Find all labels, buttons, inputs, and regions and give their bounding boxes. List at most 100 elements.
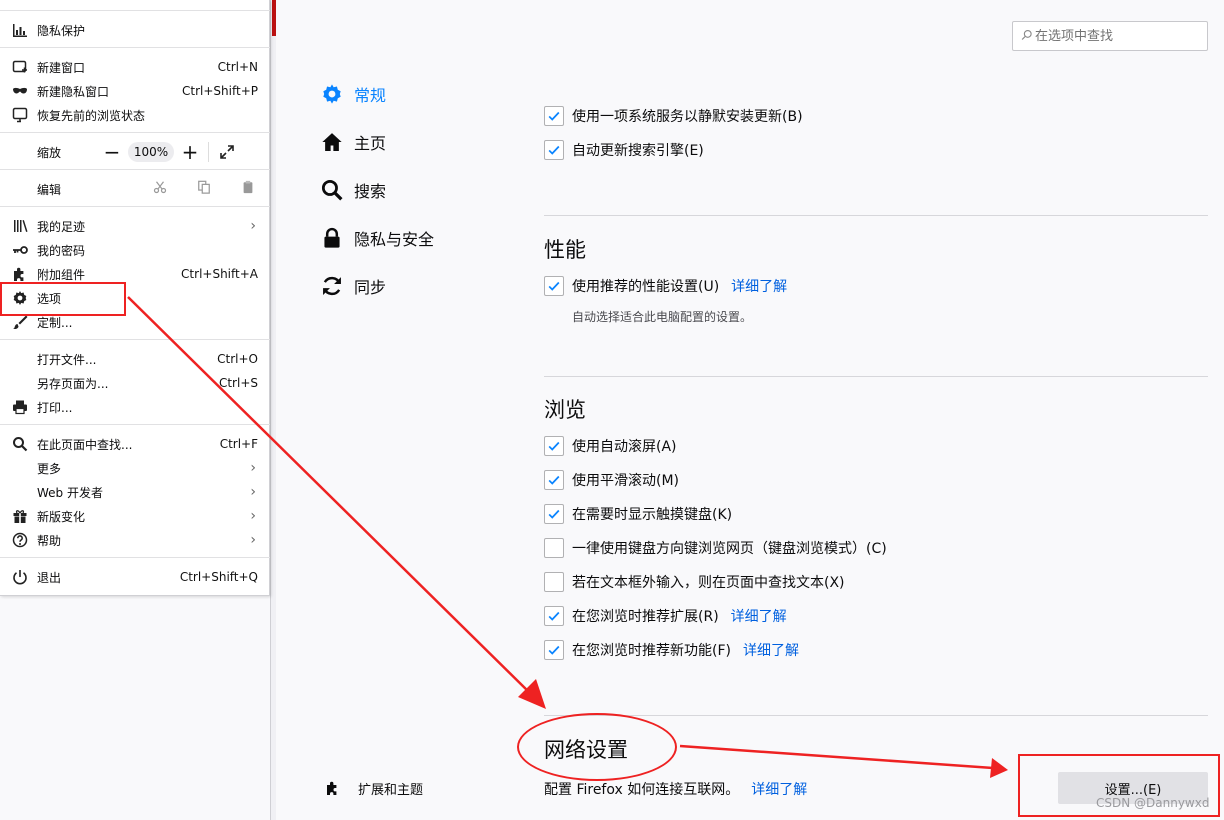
paste-button[interactable] bbox=[238, 177, 258, 197]
update-checkbox-row[interactable]: 自动更新搜索引擎(E) bbox=[544, 139, 704, 161]
learn-more-link[interactable]: 详细了解 bbox=[731, 606, 787, 626]
browsing-checkbox-row[interactable]: 一律使用键盘方向键浏览网页（键盘浏览模式）(C) bbox=[544, 537, 887, 559]
menu-item-library[interactable]: 我的足迹 › bbox=[0, 214, 270, 238]
copy-button[interactable] bbox=[194, 177, 214, 197]
library-icon bbox=[11, 217, 29, 235]
menu-item-privacy-protection[interactable]: 隐私保护 bbox=[0, 18, 270, 42]
checkbox[interactable] bbox=[544, 276, 564, 296]
learn-more-link[interactable]: 详细了解 bbox=[743, 640, 799, 660]
checkmark-icon bbox=[548, 145, 560, 155]
learn-more-link[interactable]: 详细了解 bbox=[731, 276, 787, 296]
menu-item-label: 编辑 bbox=[37, 182, 62, 197]
chevron-right-icon: › bbox=[250, 532, 256, 548]
menu-item-shortcut: Ctrl+Shift+A bbox=[181, 267, 258, 281]
performance-checkbox-row[interactable]: 使用推荐的性能设置(U) 详细了解 bbox=[544, 275, 787, 297]
cut-button[interactable] bbox=[150, 177, 170, 197]
menu-item-label: 附加组件 bbox=[37, 267, 86, 282]
nav-category-general[interactable]: 常规 bbox=[320, 79, 386, 109]
annotation-arrow-head bbox=[990, 758, 1008, 778]
menu-separator bbox=[0, 424, 270, 425]
menu-item-help[interactable]: 帮助 › bbox=[0, 528, 270, 552]
copy-icon bbox=[198, 180, 210, 194]
menu-item-label: 另存页面为... bbox=[37, 376, 109, 391]
checkbox[interactable] bbox=[544, 140, 564, 160]
browsing-checkbox-row[interactable]: 使用自动滚屏(A) bbox=[544, 435, 677, 457]
nav-category-extensions[interactable]: 扩展和主题 bbox=[320, 773, 423, 803]
fullscreen-button[interactable] bbox=[215, 140, 239, 164]
browsing-checkbox-row[interactable]: 使用平滑滚动(M) bbox=[544, 469, 679, 491]
menu-item-passwords[interactable]: 我的密码 bbox=[0, 238, 270, 262]
nav-category-search[interactable]: 搜索 bbox=[320, 175, 386, 205]
checkbox[interactable] bbox=[544, 640, 564, 660]
checkbox[interactable] bbox=[544, 504, 564, 524]
browsing-checkbox-row[interactable]: 在您浏览时推荐新功能(F) 详细了解 bbox=[544, 639, 799, 661]
options-search-input[interactable] bbox=[1035, 28, 1195, 44]
menu-item-print[interactable]: 打印... bbox=[0, 395, 270, 419]
nav-category-sync[interactable]: 同步 bbox=[320, 271, 386, 301]
nav-category-privacy[interactable]: 隐私与安全 bbox=[320, 223, 434, 253]
checkbox-label: 一律使用键盘方向键浏览网页（键盘浏览模式）(C) bbox=[572, 541, 887, 557]
browsing-checkbox-row[interactable]: 在需要时显示触摸键盘(K) bbox=[544, 503, 732, 525]
checkbox-label: 自动更新搜索引擎(E) bbox=[572, 143, 704, 159]
menu-item-shortcut: Ctrl+S bbox=[218, 376, 258, 390]
checkbox[interactable] bbox=[544, 106, 564, 126]
annotation-ellipse-network bbox=[517, 713, 677, 781]
checkbox[interactable] bbox=[544, 572, 564, 592]
nav-category-label: 隐私与安全 bbox=[354, 230, 435, 249]
checkbox-label: 若在文本框外输入，则在页面中查找文本(X) bbox=[572, 575, 845, 591]
zoom-controls: − 100% + bbox=[100, 140, 239, 164]
gift-icon bbox=[11, 507, 29, 525]
options-search-box[interactable] bbox=[1012, 21, 1208, 51]
power-icon bbox=[11, 568, 29, 586]
key-icon bbox=[11, 241, 29, 259]
new-window-icon bbox=[11, 58, 29, 76]
section-divider bbox=[544, 715, 1208, 716]
checkmark-icon bbox=[548, 475, 560, 485]
menu-item-label: 缩放 bbox=[37, 145, 62, 160]
nav-category-label: 常规 bbox=[354, 86, 387, 105]
menu-separator bbox=[0, 339, 270, 340]
clipboard-icon bbox=[243, 180, 253, 194]
menu-item-label: 新版变化 bbox=[37, 509, 86, 524]
checkbox[interactable] bbox=[544, 538, 564, 558]
nav-category-label: 同步 bbox=[354, 278, 387, 297]
checkbox-label: 在需要时显示触摸键盘(K) bbox=[572, 507, 733, 523]
checkbox[interactable] bbox=[544, 436, 564, 456]
browsing-checkbox-row[interactable]: 在您浏览时推荐扩展(R) 详细了解 bbox=[544, 605, 787, 627]
menu-item-open-file[interactable]: 打开文件... Ctrl+O bbox=[0, 347, 270, 371]
menu-item-save-page[interactable]: 另存页面为... Ctrl+S bbox=[0, 371, 270, 395]
puzzle-icon bbox=[324, 779, 342, 797]
menu-item-label: 打开文件... bbox=[37, 352, 97, 367]
browsing-checkbox-row[interactable]: 若在文本框外输入，则在页面中查找文本(X) bbox=[544, 571, 845, 593]
menu-item-web-developer[interactable]: Web 开发者 › bbox=[0, 480, 270, 504]
menu-item-label: 新建窗口 bbox=[37, 60, 86, 75]
checkbox[interactable] bbox=[544, 606, 564, 626]
menu-separator bbox=[0, 206, 270, 207]
checkbox[interactable] bbox=[544, 470, 564, 490]
update-checkbox-row[interactable]: 使用一项系统服务以静默安装更新(B) bbox=[544, 105, 803, 127]
checkmark-icon bbox=[548, 111, 560, 121]
menu-item-label: 恢复先前的浏览状态 bbox=[37, 108, 146, 123]
menu-item-quit[interactable]: 退出 Ctrl+Shift+Q bbox=[0, 565, 270, 589]
network-description: 配置 Firefox 如何连接互联网。 bbox=[544, 782, 740, 798]
menu-item-new-private-window[interactable]: 新建隐私窗口 Ctrl+Shift+P bbox=[0, 79, 270, 103]
menu-item-find-in-page[interactable]: 在此页面中查找... Ctrl+F bbox=[0, 432, 270, 456]
nav-category-home[interactable]: 主页 bbox=[320, 127, 386, 157]
zoom-divider bbox=[208, 142, 209, 162]
menu-item-restore-session[interactable]: 恢复先前的浏览状态 bbox=[0, 103, 270, 127]
zoom-out-button[interactable]: − bbox=[100, 140, 124, 164]
search-icon bbox=[1013, 29, 1035, 44]
help-icon bbox=[11, 531, 29, 549]
menu-separator bbox=[0, 557, 270, 558]
scissors-icon bbox=[153, 181, 167, 194]
checkbox-label: 使用自动滚屏(A) bbox=[572, 439, 677, 455]
learn-more-link[interactable]: 详细了解 bbox=[751, 779, 807, 799]
zoom-reset-button[interactable]: 100% bbox=[128, 142, 174, 162]
chevron-right-icon: › bbox=[250, 218, 256, 234]
zoom-in-button[interactable]: + bbox=[178, 140, 202, 164]
menu-item-whats-new[interactable]: 新版变化 › bbox=[0, 504, 270, 528]
menu-item-new-window[interactable]: 新建窗口 Ctrl+N bbox=[0, 55, 270, 79]
menu-item-more[interactable]: 更多 › bbox=[0, 456, 270, 480]
menu-item-edit: 编辑 bbox=[0, 177, 270, 201]
watermark-text: CSDN @Dannywxd bbox=[1096, 796, 1210, 810]
